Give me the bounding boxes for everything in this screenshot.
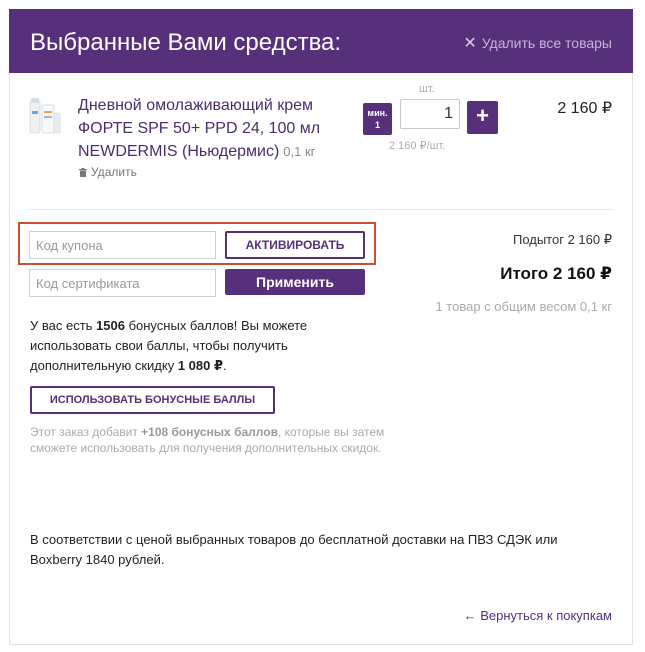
bonus-text-3: . (223, 358, 227, 373)
product-weight: 0,1 кг (283, 144, 316, 159)
min-quantity-label: мин. (367, 108, 388, 118)
bonus-note-points: +108 бонусных баллов (141, 425, 278, 439)
coupon-code-input[interactable] (29, 231, 216, 259)
use-bonus-points-button[interactable]: ИСПОЛЬЗОВАТЬ БОНУСНЫЕ БАЛЛЫ (30, 386, 275, 414)
trash-icon (79, 167, 87, 177)
line-total-price: 2 160 ₽ (557, 100, 612, 117)
order-summary: 1 товар с общим весом 0,1 кг (435, 299, 612, 314)
bonus-note-1: Этот заказ добавит (30, 425, 142, 439)
subtotal: Подытог 2 160 ₽ (512, 232, 612, 247)
unit-price: 2 160 ₽/шт. (389, 140, 446, 152)
page-title: Выбранные Вами средства: (30, 29, 342, 56)
min-quantity-button[interactable]: мин. 1 (363, 103, 392, 135)
section-divider (29, 209, 613, 210)
bonus-text-1: У вас есть (30, 318, 97, 333)
order-total: Итого 2 160 ₽ (500, 264, 612, 283)
increase-quantity-button[interactable]: + (467, 101, 498, 134)
clear-all-label: Удалить все товары (481, 35, 612, 51)
product-name-block: Дневной омолаживающий крем ФОРТЕ SPF 50+… (78, 94, 363, 163)
close-icon: ✕ (463, 35, 477, 52)
free-delivery-note: В соответствии с ценой выбранных товаров… (30, 532, 558, 567)
bonus-info: У вас есть 1506 бонусных баллов! Вы може… (30, 316, 340, 376)
remove-item-button[interactable]: Удалить (79, 165, 137, 179)
back-to-shopping-link[interactable]: ← Вернуться к покупкам (464, 608, 612, 623)
product-thumbnail[interactable] (28, 97, 62, 137)
activate-coupon-button[interactable]: АКТИВИРОВАТЬ (225, 231, 365, 259)
certificate-code-input[interactable] (29, 269, 216, 297)
min-quantity-value: 1 (374, 120, 380, 130)
quantity-unit-label: шт. (419, 83, 435, 95)
cart-header: Выбранные Вами средства: ✕ Удалить все т… (9, 9, 633, 73)
remove-item-label: Удалить (91, 165, 137, 179)
clear-all-button[interactable]: ✕ Удалить все товары (463, 33, 612, 53)
bonus-points: 1506 (96, 318, 125, 333)
quantity-input[interactable] (400, 99, 460, 129)
bonus-discount: 1 080 ₽ (177, 358, 224, 373)
apply-certificate-button[interactable]: Применить (225, 269, 365, 295)
bonus-earn-note: Этот заказ добавит +108 бонусных баллов,… (30, 424, 415, 456)
